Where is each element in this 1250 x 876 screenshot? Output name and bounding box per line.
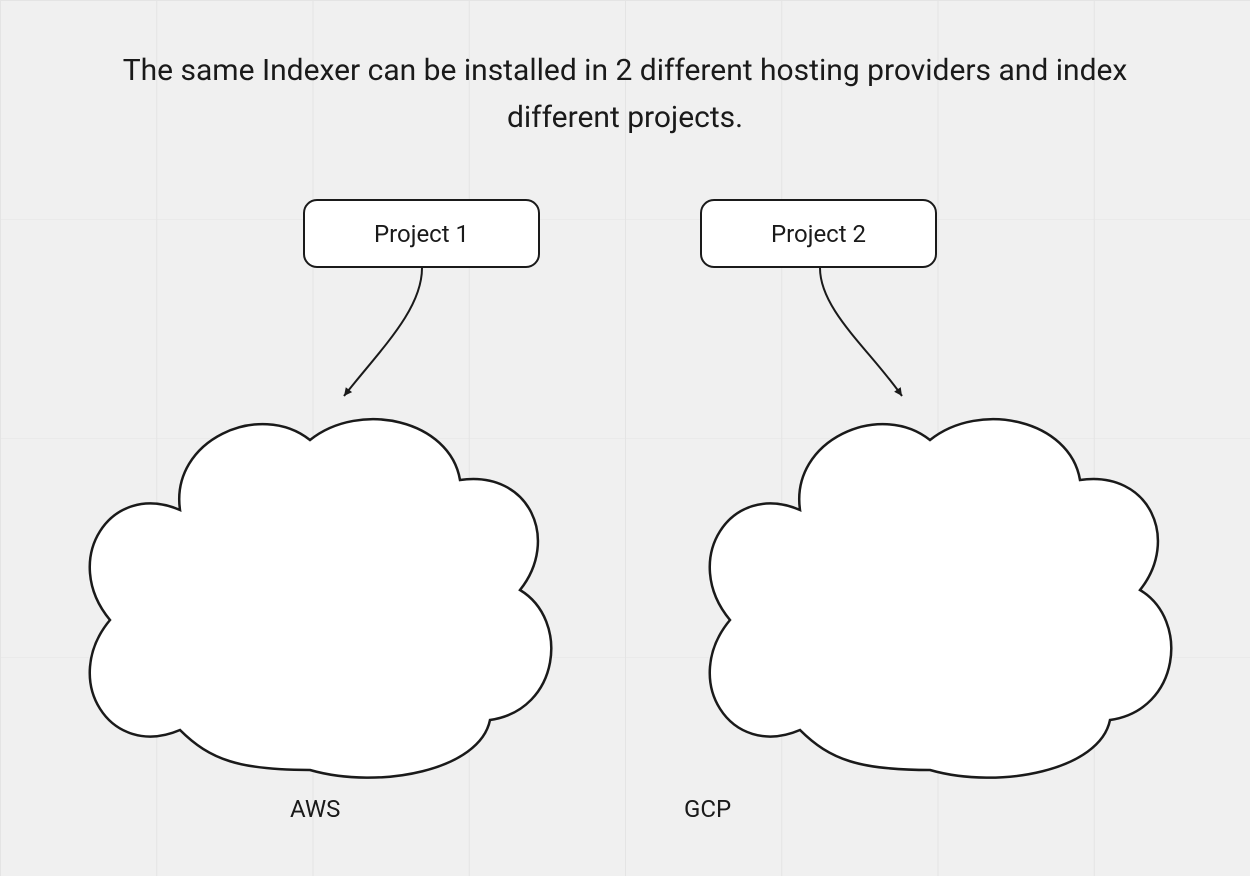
node-indexer-aws: Indexer A: [200, 487, 415, 636]
cloud-label-gcp: GCP: [684, 795, 731, 823]
diagram-canvas: The same Indexer can be installed in 2 d…: [0, 0, 1250, 876]
cloud-label-aws: AWS: [290, 795, 340, 823]
node-project-1-label: Project 1: [374, 220, 469, 248]
arrow-project1-to-aws: [344, 268, 422, 396]
node-indexer-aws-label: Indexer A: [257, 548, 357, 576]
node-indexer-gcp: Indexer A: [823, 487, 1037, 636]
node-project-1: Project 1: [303, 199, 540, 268]
arrow-project2-to-gcp: [820, 268, 902, 396]
node-indexer-gcp-label: Indexer A: [880, 548, 980, 576]
node-project-2: Project 2: [700, 199, 937, 268]
diagram-title: The same Indexer can be installed in 2 d…: [0, 48, 1250, 141]
node-project-2-label: Project 2: [771, 220, 866, 248]
